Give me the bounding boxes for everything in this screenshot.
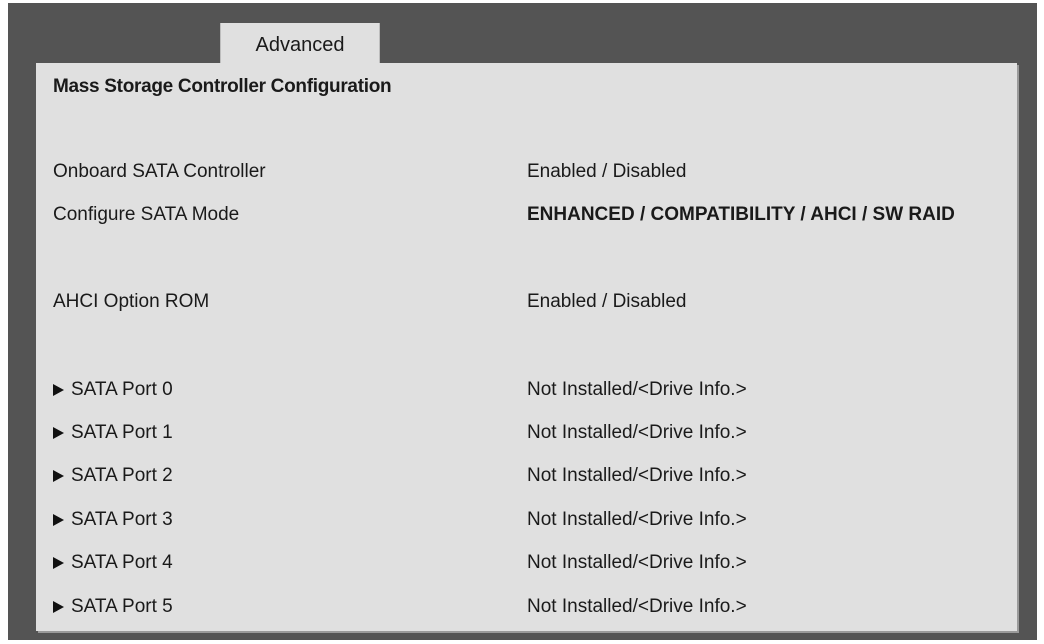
setting-row-configure-sata-mode[interactable]: Configure SATA Mode ENHANCED / COMPATIBI… bbox=[36, 200, 1017, 230]
submenu-label: SATA Port 1 bbox=[71, 422, 173, 443]
submenu-label-wrap: SATA Port 4 bbox=[53, 548, 173, 578]
submenu-row-sata-port-0[interactable]: SATA Port 0 Not Installed/<Drive Info.> bbox=[36, 375, 1017, 405]
submenu-value: Not Installed/<Drive Info.> bbox=[527, 422, 747, 443]
submenu-value: Not Installed/<Drive Info.> bbox=[527, 552, 747, 573]
settings-panel: Mass Storage Controller Configuration On… bbox=[36, 63, 1017, 631]
setting-value[interactable]: Enabled / Disabled bbox=[527, 157, 687, 187]
triangle-right-icon bbox=[53, 470, 64, 482]
setting-value[interactable]: ENHANCED / COMPATIBILITY / AHCI / SW RAI… bbox=[527, 200, 955, 230]
submenu-row-sata-port-3[interactable]: SATA Port 3 Not Installed/<Drive Info.> bbox=[36, 505, 1017, 535]
triangle-right-icon bbox=[53, 514, 64, 526]
submenu-label: SATA Port 5 bbox=[71, 596, 173, 617]
submenu-row-sata-port-1[interactable]: SATA Port 1 Not Installed/<Drive Info.> bbox=[36, 418, 1017, 448]
submenu-label-wrap: SATA Port 0 bbox=[53, 375, 173, 405]
submenu-value: Not Installed/<Drive Info.> bbox=[527, 509, 747, 530]
submenu-label-wrap: SATA Port 1 bbox=[53, 418, 173, 448]
triangle-right-icon bbox=[53, 384, 64, 396]
submenu-label: SATA Port 0 bbox=[71, 379, 173, 400]
setting-label: AHCI Option ROM bbox=[53, 291, 210, 312]
setting-value[interactable]: Enabled / Disabled bbox=[527, 287, 687, 317]
submenu-row-sata-port-2[interactable]: SATA Port 2 Not Installed/<Drive Info.> bbox=[36, 461, 1017, 491]
setting-row-onboard-sata-controller[interactable]: Onboard SATA Controller Enabled / Disabl… bbox=[36, 157, 1017, 187]
submenu-value: Not Installed/<Drive Info.> bbox=[527, 596, 747, 617]
submenu-label: SATA Port 4 bbox=[71, 552, 173, 573]
triangle-right-icon bbox=[53, 427, 64, 439]
submenu-value: Not Installed/<Drive Info.> bbox=[527, 465, 747, 486]
submenu-value: Not Installed/<Drive Info.> bbox=[527, 379, 747, 400]
page-title: Mass Storage Controller Configuration bbox=[53, 76, 392, 97]
setting-row-ahci-option-rom[interactable]: AHCI Option ROM Enabled / Disabled bbox=[36, 287, 1017, 317]
submenu-label: SATA Port 2 bbox=[71, 465, 173, 486]
setting-label: Configure SATA Mode bbox=[53, 204, 240, 225]
submenu-label-wrap: SATA Port 5 bbox=[53, 592, 173, 622]
submenu-row-sata-port-4[interactable]: SATA Port 4 Not Installed/<Drive Info.> bbox=[36, 548, 1017, 578]
submenu-row-sata-port-5[interactable]: SATA Port 5 Not Installed/<Drive Info.> bbox=[36, 592, 1017, 622]
submenu-label: SATA Port 3 bbox=[71, 509, 173, 530]
tab-advanced[interactable]: Advanced bbox=[220, 23, 380, 68]
triangle-right-icon bbox=[53, 601, 64, 613]
triangle-right-icon bbox=[53, 557, 64, 569]
submenu-label-wrap: SATA Port 2 bbox=[53, 461, 173, 491]
setting-label: Onboard SATA Controller bbox=[53, 161, 266, 182]
submenu-label-wrap: SATA Port 3 bbox=[53, 505, 173, 535]
